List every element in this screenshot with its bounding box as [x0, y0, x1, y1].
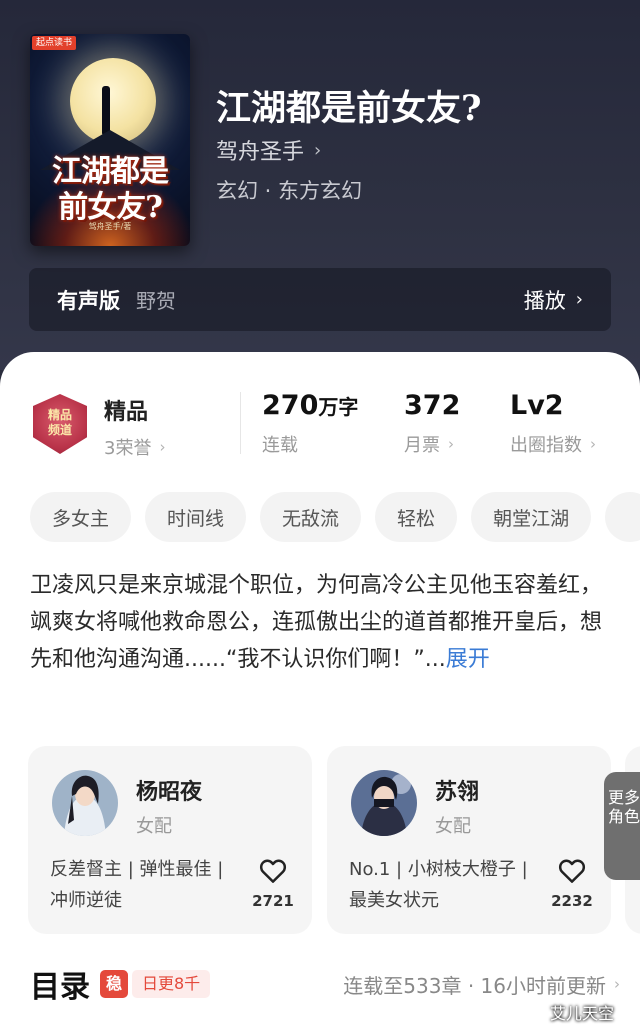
stats-row: 精品 频道 精品 3荣誉 › 270万字 连载 372 月票 › Lv2 出圈指… — [0, 390, 640, 470]
more-characters-button[interactable]: 更多角色 — [604, 772, 640, 880]
tag-chip[interactable]: 无敌流 — [260, 492, 362, 542]
cover-author: 驾舟圣手/著 — [88, 222, 132, 231]
quality-medal-icon: 精品 频道 — [33, 394, 87, 454]
monthly-ticket-link[interactable]: 月票 › — [404, 431, 460, 457]
word-count-stat: 270万字 连载 — [262, 390, 358, 457]
medal-text: 精品 频道 — [36, 408, 84, 438]
book-header: 起点读书 江湖都是 前女友? 驾舟圣手/著 江湖都是前女友? 驾舟圣手 › 玄幻… — [0, 0, 640, 370]
word-count-unit: 万字 — [318, 395, 359, 419]
daily-update-badge: 日更8千 — [132, 970, 211, 998]
book-cover[interactable]: 起点读书 江湖都是 前女友? 驾舟圣手/著 — [30, 34, 190, 246]
book-detail-card: 精品 频道 精品 3荣誉 › 270万字 连载 372 月票 › Lv2 出圈指… — [0, 352, 640, 1029]
serial-status: 连载 — [262, 435, 298, 456]
update-status-text: 连载至533章 · 16小时前更新 — [343, 973, 606, 998]
play-button[interactable]: 播放 › — [524, 285, 583, 315]
description-text: 卫凌风只是来京城混个职位，为何高冷公主见他玉容羞红，飒爽女将喊他救命恩公，连孤傲… — [30, 573, 603, 672]
honor-count: 3荣誉 — [104, 438, 152, 459]
character-card[interactable]: 苏翎 女配 No.1 | 小树枝大橙子 | 最美女状元 2232 — [327, 746, 611, 934]
medal-line: 频道 — [47, 423, 72, 437]
tag-chip[interactable]: 轻松 — [375, 492, 458, 542]
book-genre: 玄幻 · 东方玄幻 — [216, 179, 363, 203]
tag-chip[interactable]: 多女主 — [30, 492, 132, 542]
moon-illustration — [70, 58, 156, 144]
character-list: 杨昭夜 女配 反差督主 | 弹性最佳 | 冲师逆徒 2721 苏翎 女配 No.… — [28, 746, 640, 934]
update-status[interactable]: 连载至533章 · 16小时前更新 › — [343, 970, 620, 999]
chevron-right-icon: › — [448, 435, 454, 453]
chevron-right-icon: › — [314, 139, 322, 161]
narrator-name: 野贺 — [136, 289, 176, 313]
tag-list: 多女主 时间线 无敌流 轻松 朝堂江湖 — [30, 492, 640, 542]
influence-link[interactable]: 出圈指数 › — [510, 431, 596, 457]
monthly-ticket-value: 372 — [404, 390, 461, 421]
word-count-value: 270 — [262, 390, 319, 421]
chevron-right-icon: › — [614, 975, 620, 993]
character-avatar — [52, 770, 118, 836]
influence-label: 出圈指数 — [510, 435, 582, 456]
tag-chip-partial[interactable] — [605, 492, 640, 542]
cover-title-line: 江湖都是 — [52, 154, 169, 189]
play-label: 播放 — [523, 288, 566, 313]
stable-update-badge: 稳 — [100, 970, 128, 998]
chevron-right-icon: › — [159, 438, 166, 456]
medal-line: 精品 — [47, 408, 72, 422]
chevron-right-icon: › — [590, 435, 596, 453]
expand-link[interactable]: 展开 — [446, 647, 490, 672]
honor-link[interactable]: 3荣誉 › — [104, 434, 165, 460]
character-description: No.1 | 小树枝大橙子 | 最美女状元 — [349, 859, 528, 911]
cover-title: 江湖都是 前女友? — [40, 154, 180, 226]
monthly-ticket-stat[interactable]: 372 月票 › — [404, 390, 460, 457]
word-count: 270万字 — [262, 390, 358, 421]
character-card[interactable]: 杨昭夜 女配 反差督主 | 弹性最佳 | 冲师逆徒 2721 — [28, 746, 312, 934]
toc-title: 目录 — [30, 970, 90, 1005]
book-title: 江湖都是前女友? — [216, 88, 482, 129]
author-link[interactable]: 驾舟圣手 › — [216, 134, 321, 166]
heart-icon[interactable] — [258, 856, 288, 886]
swordsman-silhouette — [102, 86, 110, 136]
quality-label: 精品 — [104, 400, 149, 425]
like-count: 2721 — [252, 892, 294, 910]
cover-badge: 起点读书 — [32, 36, 77, 50]
tag-chip[interactable]: 时间线 — [145, 492, 247, 542]
heart-icon[interactable] — [557, 856, 587, 886]
character-name: 苏翎 — [435, 780, 480, 805]
book-description: 卫凌风只是来京城混个职位，为何高冷公主见他玉容羞红，飒爽女将喊他救命恩公，连孤傲… — [30, 567, 615, 678]
tag-chip[interactable]: 朝堂江湖 — [471, 492, 592, 542]
like-count: 2232 — [551, 892, 593, 910]
audio-version-bar[interactable]: 有声版 野贺 播放 › — [29, 268, 611, 331]
audio-label: 有声版 — [57, 288, 120, 313]
influence-stat[interactable]: Lv2 出圈指数 › — [510, 390, 596, 457]
influence-level: Lv2 — [510, 390, 564, 421]
character-avatar — [351, 770, 417, 836]
table-of-contents-row[interactable]: 目录 稳 日更8千 连载至533章 · 16小时前更新 › — [30, 962, 620, 1006]
character-role: 女配 — [435, 816, 471, 837]
character-name: 杨昭夜 — [136, 780, 203, 805]
author-name: 驾舟圣手 — [216, 140, 305, 165]
divider — [240, 392, 241, 454]
character-description: 反差督主 | 弹性最佳 | 冲师逆徒 — [50, 859, 224, 911]
monthly-ticket-label: 月票 — [404, 435, 440, 456]
watermark: 艾儿天空 — [550, 1004, 615, 1023]
character-role: 女配 — [136, 816, 172, 837]
quality-block[interactable]: 精品 3荣誉 › — [104, 394, 165, 460]
chevron-right-icon: › — [575, 289, 583, 310]
